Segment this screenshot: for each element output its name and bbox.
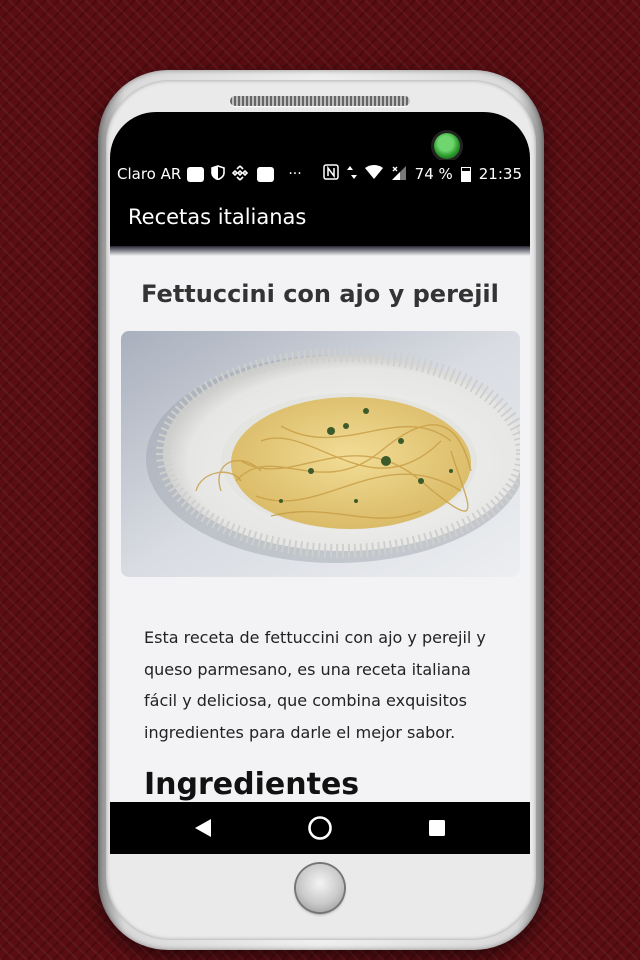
app-bar: Recetas italianas: [110, 188, 530, 246]
notification-square-icon: [257, 166, 275, 182]
more-notifications-icon: ···: [288, 166, 302, 182]
app-bar-shadow: [110, 246, 530, 256]
battery-icon: [460, 166, 471, 182]
home-nav-button[interactable]: [290, 802, 350, 854]
recipe-title: Fettuccini con ajo y perejil: [141, 280, 499, 308]
clock: 21:35: [478, 165, 522, 183]
notification-square-icon: [187, 166, 205, 182]
physical-home-button[interactable]: [296, 864, 344, 912]
recents-square-icon: [429, 820, 445, 836]
top-bezel: [110, 112, 530, 164]
earpiece-speaker: [230, 96, 410, 106]
back-button[interactable]: [173, 802, 233, 854]
recipe-photo: [121, 331, 520, 577]
recipe-intro-text: Esta receta de fettuccini con ajo y pere…: [144, 628, 486, 742]
binance-icon: [232, 164, 249, 184]
signal-icon: [391, 165, 407, 184]
ingredients-heading: Ingredientes: [144, 767, 360, 802]
phone-screen: Claro AR ··· 74 % 21:35 Recetas italiana…: [110, 160, 530, 854]
home-circle-icon: [308, 816, 332, 840]
status-bar: Claro AR ··· 74 % 21:35: [110, 160, 530, 188]
app-title: Recetas italianas: [128, 205, 307, 229]
back-triangle-icon: [195, 819, 211, 837]
wifi-icon: [364, 165, 383, 183]
front-camera-icon: [434, 133, 460, 159]
nfc-icon: [322, 164, 339, 184]
data-arrows-icon: [346, 165, 357, 184]
shield-icon: [211, 165, 226, 183]
recents-button[interactable]: [407, 802, 467, 854]
carrier-label: Claro AR: [117, 165, 182, 183]
battery-percent: 74 %: [414, 165, 453, 183]
navigation-bar: [110, 802, 530, 854]
